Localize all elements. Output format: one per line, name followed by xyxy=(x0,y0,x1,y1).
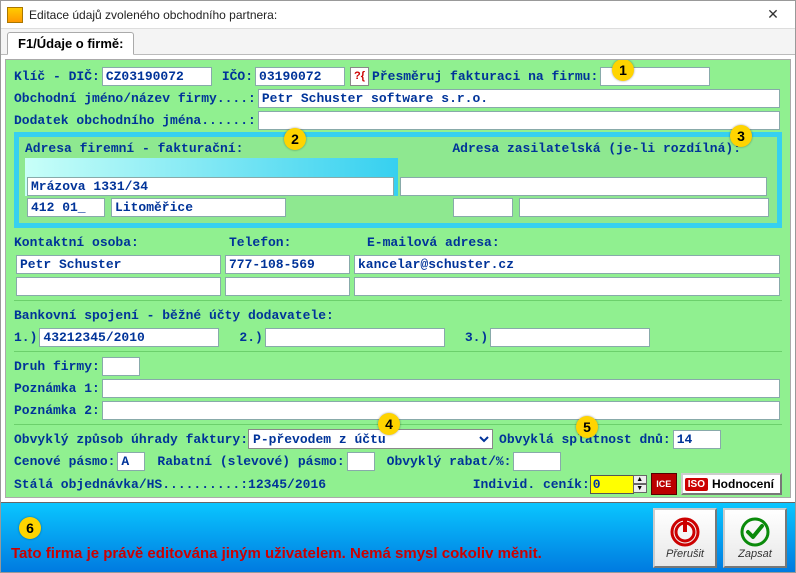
row-contact-labels: Kontaktní osoba: Telefon: E-mailová adre… xyxy=(14,232,782,252)
footer-message: Tato firma je právě editována jiným uživ… xyxy=(11,545,647,568)
pozn2-input[interactable] xyxy=(102,401,780,420)
row-bank-accounts: 1.) 2.) 3.) xyxy=(14,327,782,347)
annotation-marker-2: 2 xyxy=(284,128,306,150)
ice-button[interactable]: ICE xyxy=(651,473,677,495)
bank3-input[interactable] xyxy=(490,328,650,347)
shipping-zip-input[interactable] xyxy=(453,198,513,217)
window-title: Editace údajů zvoleného obchodního partn… xyxy=(29,8,751,22)
annotation-marker-3: 3 xyxy=(730,125,752,147)
close-button[interactable]: ✕ xyxy=(751,1,795,29)
osoba-input-2[interactable] xyxy=(16,277,221,296)
spin-up[interactable]: ▲ xyxy=(633,475,647,484)
titlebar: Editace údajů zvoleného obchodního partn… xyxy=(1,1,795,29)
rabat-pct-label: Obvyklý rabat/%: xyxy=(387,454,512,469)
dodatek-input[interactable] xyxy=(258,111,780,130)
indiv-label: Individ. ceník: xyxy=(473,477,590,492)
due-input[interactable] xyxy=(673,430,721,449)
bank1-label: 1.) xyxy=(14,330,37,345)
druh-input[interactable] xyxy=(102,357,140,376)
method-label: Obvyklý způsob úhrady faktury: xyxy=(14,432,248,447)
bank2-input[interactable] xyxy=(265,328,445,347)
rabat-band-input[interactable] xyxy=(347,452,375,471)
window-root: Editace údajů zvoleného obchodního partn… xyxy=(0,0,796,573)
row-contact-values-2 xyxy=(14,276,782,296)
method-select[interactable]: P-převodem z účtu xyxy=(248,429,493,449)
pozn1-input[interactable] xyxy=(102,379,780,398)
billing-zip-input[interactable] xyxy=(27,198,105,217)
cancel-button[interactable]: Přerušit xyxy=(653,508,717,568)
mail-input[interactable] xyxy=(354,255,780,274)
tab-firm-info[interactable]: F1/Údaje o firmě: xyxy=(7,32,134,55)
save-button[interactable]: Zapsat xyxy=(723,508,787,568)
cancel-label: Přerušit xyxy=(666,548,704,560)
annotation-marker-1: 1 xyxy=(612,59,634,81)
row-pozn1: Poznámka 1: xyxy=(14,378,782,398)
iso-label: Hodnocení xyxy=(712,477,774,491)
tab-row: F1/Údaje o firmě: xyxy=(1,29,795,55)
address-box: Adresa firemní - fakturační: Adresa zasi… xyxy=(14,132,782,228)
jmeno-input[interactable] xyxy=(258,89,780,108)
mail-input-2[interactable] xyxy=(354,277,780,296)
pozn1-label: Poznámka 1: xyxy=(14,381,100,396)
presmeruj-label: Přesměruj fakturaci na firmu: xyxy=(372,69,598,84)
row-contact-values xyxy=(14,254,782,274)
shipping-street-input[interactable] xyxy=(400,177,767,196)
osoba-input[interactable] xyxy=(16,255,221,274)
addr-ship-label: Adresa zasilatelská (je-li rozdílná): xyxy=(452,141,741,156)
indiv-input[interactable] xyxy=(590,475,634,494)
klic-dic-input[interactable] xyxy=(102,67,212,86)
bank-label: Bankovní spojení - běžné účty dodavatele… xyxy=(14,308,334,323)
rabat-band-label: Rabatní (slevové) pásmo: xyxy=(157,454,344,469)
klic-dic-label: Klíč - DIČ: xyxy=(14,69,100,84)
iso-badge-icon: ISO xyxy=(685,478,708,491)
osoba-label: Kontaktní osoba: xyxy=(14,235,229,250)
order-label: Stálá objednávka/HS..........: xyxy=(14,477,248,492)
druh-label: Druh firmy: xyxy=(14,359,100,374)
form-panel: 1 2 3 4 5 Klíč - DIČ: IČO: ?{ Přesměruj … xyxy=(5,59,791,498)
row-company-name: Obchodní jméno/název firmy....: xyxy=(14,88,782,108)
row-rabat: Cenové pásmo: Rabatní (slevové) pásmo: O… xyxy=(14,451,782,471)
ico-label: IČO: xyxy=(222,69,253,84)
addr-firm-label: Adresa firemní - fakturační: xyxy=(25,141,243,156)
row-key: Klíč - DIČ: IČO: ?{ Přesměruj fakturaci … xyxy=(14,66,782,86)
app-icon xyxy=(7,7,23,23)
price-band-label: Cenové pásmo: xyxy=(14,454,115,469)
lookup-button[interactable]: ?{ xyxy=(350,67,369,86)
indiv-spinner[interactable]: ▲ ▼ xyxy=(633,475,647,493)
annotation-marker-5: 5 xyxy=(576,416,598,438)
bank1-input[interactable] xyxy=(39,328,219,347)
annotation-marker-4: 4 xyxy=(378,413,400,435)
tel-input[interactable] xyxy=(225,255,350,274)
iso-hodnoceni-button[interactable]: ISO Hodnocení xyxy=(681,473,782,495)
spin-down[interactable]: ▼ xyxy=(633,484,647,493)
bank-header: Bankovní spojení - běžné účty dodavatele… xyxy=(14,305,782,325)
power-icon xyxy=(669,516,701,548)
bank2-label: 2.) xyxy=(239,330,262,345)
row-name-addendum: Dodatek obchodního jména......: xyxy=(14,110,782,130)
tel-label: Telefon: xyxy=(229,235,367,250)
order-value: 12345/2016 xyxy=(248,477,326,492)
pozn2-label: Poznámka 2: xyxy=(14,403,100,418)
tel-input-2[interactable] xyxy=(225,277,350,296)
dodatek-label: Dodatek obchodního jména......: xyxy=(14,113,256,128)
save-label: Zapsat xyxy=(738,548,772,560)
mail-label: E-mailová adresa: xyxy=(367,235,500,250)
row-order-indiv: Stálá objednávka/HS..........: 12345/201… xyxy=(14,473,782,495)
jmeno-label: Obchodní jméno/název firmy....: xyxy=(14,91,256,106)
footer: 6 Tato firma je právě editována jiným už… xyxy=(1,502,795,572)
ico-input[interactable] xyxy=(255,67,345,86)
price-band-input[interactable] xyxy=(117,452,145,471)
rabat-pct-input[interactable] xyxy=(513,452,561,471)
shipping-city-input[interactable] xyxy=(519,198,769,217)
annotation-marker-6: 6 xyxy=(19,517,41,539)
row-payment-method: Obvyklý způsob úhrady faktury: P-převode… xyxy=(14,429,782,449)
row-druh: Druh firmy: xyxy=(14,356,782,376)
bank3-label: 3.) xyxy=(465,330,488,345)
billing-street-input[interactable] xyxy=(27,177,394,196)
billing-city-input[interactable] xyxy=(111,198,286,217)
checkmark-icon xyxy=(739,516,771,548)
